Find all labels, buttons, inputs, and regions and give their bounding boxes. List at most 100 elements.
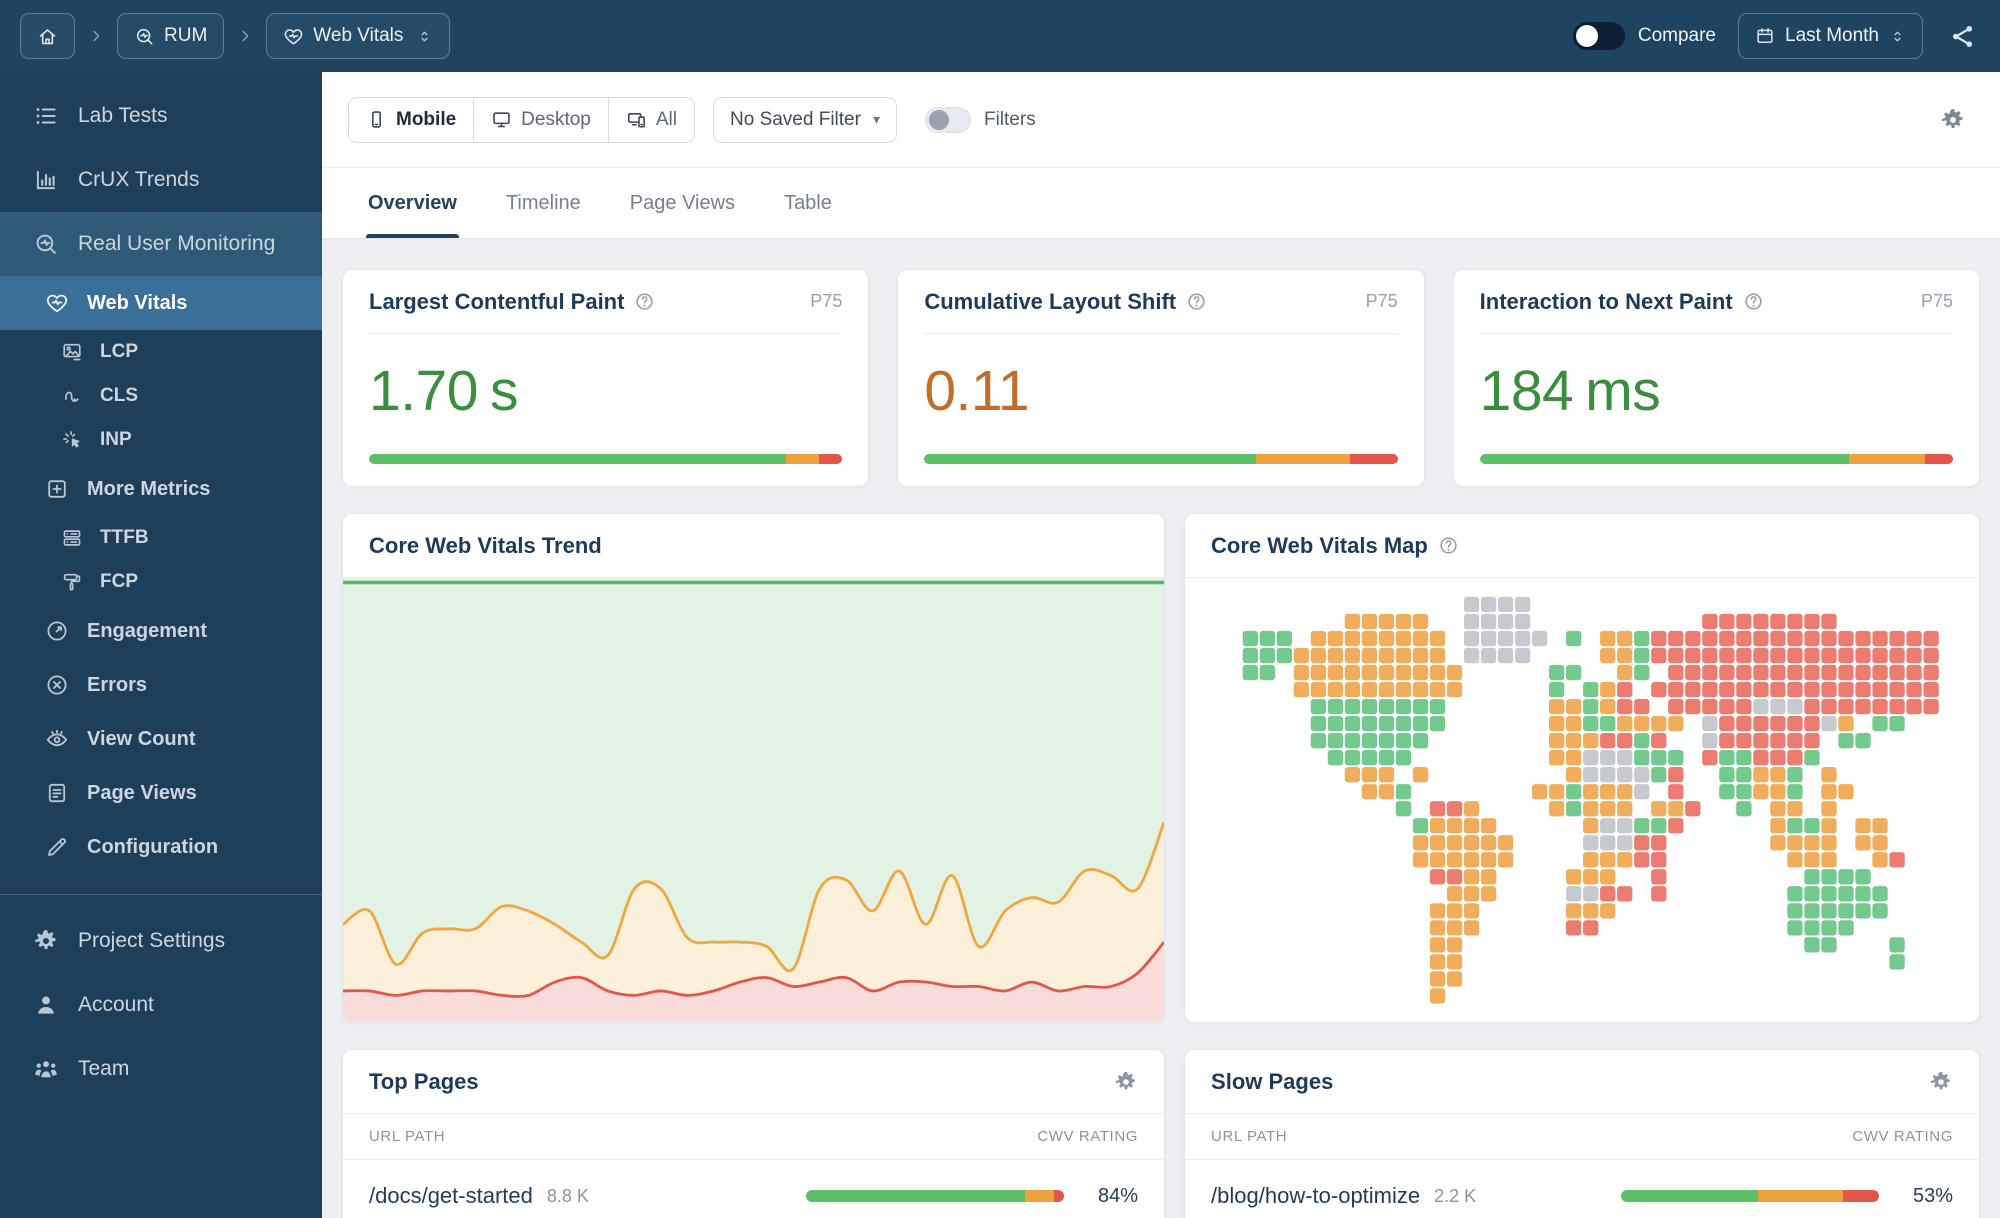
help-icon[interactable] xyxy=(1438,535,1459,556)
sidebar-item-label: Errors xyxy=(87,673,148,696)
metric-card-inp: Interaction to Next Paint P75 184 ms xyxy=(1452,269,1980,487)
sidebar-item-page-views[interactable]: Page Views xyxy=(0,766,322,820)
eye-icon xyxy=(45,727,69,751)
circle-x-icon xyxy=(45,673,69,697)
url-path[interactable]: /docs/get-started xyxy=(369,1183,533,1209)
map-card: Core Web Vitals Map xyxy=(1184,513,1980,1023)
selector-icon xyxy=(1889,28,1906,45)
rating-percent: 53% xyxy=(1912,1184,1953,1207)
sidebar-item-label: Lab Tests xyxy=(78,104,168,127)
rating-distribution-bar xyxy=(924,454,1398,464)
gear-icon[interactable] xyxy=(1940,107,1966,133)
gauge-icon xyxy=(45,619,69,643)
column-header-url-path[interactable]: URL PATH xyxy=(1211,1128,1287,1145)
gear-icon[interactable] xyxy=(1114,1070,1138,1094)
sidebar-item-label: Account xyxy=(78,993,154,1016)
rating-distribution-bar xyxy=(1621,1190,1879,1202)
sidebar-item-label: Web Vitals xyxy=(87,291,188,314)
sidebar-divider xyxy=(0,894,322,895)
device-all-label: All xyxy=(655,108,677,130)
top-pages-card: Top Pages URL PATH CWV RATING /docs/get-… xyxy=(342,1049,1166,1218)
compare-toggle[interactable] xyxy=(1572,22,1625,50)
sidebar-item-more-metrics[interactable]: More Metrics xyxy=(0,462,322,516)
sidebar-item-account[interactable]: Account xyxy=(0,973,322,1037)
column-header-cwv-rating[interactable]: CWV RATING xyxy=(1037,1128,1138,1145)
table-row[interactable]: /blog/how-to-optimize 2.2 K 53% xyxy=(1185,1160,1979,1218)
map-card-title: Core Web Vitals Map xyxy=(1211,532,1428,558)
document-icon xyxy=(45,781,69,805)
sidebar-item-errors[interactable]: Errors xyxy=(0,658,322,712)
world-map[interactable] xyxy=(1185,578,1979,1022)
heart-pulse-icon xyxy=(45,291,69,315)
table-row[interactable]: /docs/get-started 8.8 K 84% xyxy=(343,1160,1164,1218)
sidebar-item-view-count[interactable]: View Count xyxy=(0,712,322,766)
device-desktop-label: Desktop xyxy=(521,108,591,130)
chevron-right-icon xyxy=(236,27,254,45)
column-header-cwv-rating[interactable]: CWV RATING xyxy=(1852,1128,1953,1145)
help-icon[interactable] xyxy=(1743,291,1764,312)
sidebar-item-web-vitals[interactable]: Web Vitals xyxy=(0,276,322,330)
sidebar-item-lcp[interactable]: LCP xyxy=(0,330,322,374)
sidebar-item-lab-tests[interactable]: Lab Tests xyxy=(0,84,322,148)
metric-title: Interaction to Next Paint xyxy=(1479,288,1733,314)
column-header-url-path[interactable]: URL PATH xyxy=(369,1128,445,1145)
saved-filter-dropdown[interactable]: No Saved Filter ▾ xyxy=(713,96,897,143)
help-icon[interactable] xyxy=(634,291,655,312)
bar-chart-icon xyxy=(33,167,59,193)
tab-page-views[interactable]: Page Views xyxy=(630,168,735,238)
metric-title: Largest Contentful Paint xyxy=(369,288,625,314)
sidebar-item-configuration[interactable]: Configuration xyxy=(0,820,322,874)
sidebar-item-engagement[interactable]: Engagement xyxy=(0,604,322,658)
slow-pages-card: Slow Pages URL PATH CWV RATING /blog/how… xyxy=(1184,1049,1980,1218)
device-all-button[interactable]: All xyxy=(608,97,694,142)
sidebar-item-crux-trends[interactable]: CrUX Trends xyxy=(0,148,322,212)
calendar-icon xyxy=(1755,26,1775,46)
caret-down-icon: ▾ xyxy=(872,111,880,127)
trend-chart[interactable] xyxy=(343,578,1165,1022)
breadcrumb-page-button[interactable]: Web Vitals xyxy=(266,13,451,59)
tab-timeline[interactable]: Timeline xyxy=(506,168,581,238)
sidebar-item-label: CrUX Trends xyxy=(78,168,200,191)
sidebar-item-team[interactable]: Team xyxy=(0,1037,322,1101)
share-icon[interactable] xyxy=(1949,23,1976,50)
heart-pulse-icon xyxy=(283,26,304,47)
sidebar-item-real-user-monitoring[interactable]: Real User Monitoring xyxy=(0,212,322,276)
app-root: RUM Web Vitals Compare Last Month Lab Te… xyxy=(0,0,2000,1218)
breadcrumb-project-button[interactable]: RUM xyxy=(117,13,225,59)
sidebar-item-label: TTFB xyxy=(100,527,149,548)
gear-icon[interactable] xyxy=(1929,1070,1953,1094)
filters-toggle[interactable] xyxy=(924,106,971,133)
main-header: Mobile Desktop All No Saved Filter ▾ Fil… xyxy=(322,72,2000,239)
gear-solid-icon xyxy=(33,928,59,954)
percentile-badge: P75 xyxy=(1920,291,1953,311)
sidebar-item-project-settings[interactable]: Project Settings xyxy=(0,909,322,973)
metric-title: Cumulative Layout Shift xyxy=(924,288,1177,314)
sidebar-item-label: Configuration xyxy=(87,835,219,858)
pencil-icon xyxy=(45,835,69,859)
tab-table[interactable]: Table xyxy=(784,168,832,238)
sidebar-item-fcp[interactable]: FCP xyxy=(0,560,322,604)
period-selector-button[interactable]: Last Month xyxy=(1738,13,1923,59)
monitor-icon xyxy=(491,109,512,130)
view-count: 2.2 K xyxy=(1434,1185,1477,1206)
url-path[interactable]: /blog/how-to-optimize xyxy=(1211,1183,1420,1209)
compare-label: Compare xyxy=(1637,25,1716,46)
sidebar-item-inp[interactable]: INP xyxy=(0,418,322,462)
period-label: Last Month xyxy=(1785,25,1879,46)
device-mobile-button[interactable]: Mobile xyxy=(349,97,475,142)
help-icon[interactable] xyxy=(1186,291,1207,312)
sidebar-item-cls[interactable]: CLS xyxy=(0,374,322,418)
phone-icon xyxy=(366,109,387,130)
plus-square-icon xyxy=(45,477,69,501)
rating-distribution-bar xyxy=(369,454,843,464)
tab-overview[interactable]: Overview xyxy=(366,168,459,238)
breadcrumb-project-label: RUM xyxy=(164,25,208,46)
sidebar-item-label: Real User Monitoring xyxy=(78,232,276,255)
sidebar-item-ttfb[interactable]: TTFB xyxy=(0,516,322,560)
cursor-click-icon xyxy=(61,429,83,451)
filter-bar: Mobile Desktop All No Saved Filter ▾ Fil… xyxy=(322,72,2000,168)
device-desktop-button[interactable]: Desktop xyxy=(474,97,609,142)
device-segmented-control: Mobile Desktop All xyxy=(348,96,695,143)
home-button[interactable] xyxy=(20,13,75,59)
shift-icon xyxy=(61,385,83,407)
